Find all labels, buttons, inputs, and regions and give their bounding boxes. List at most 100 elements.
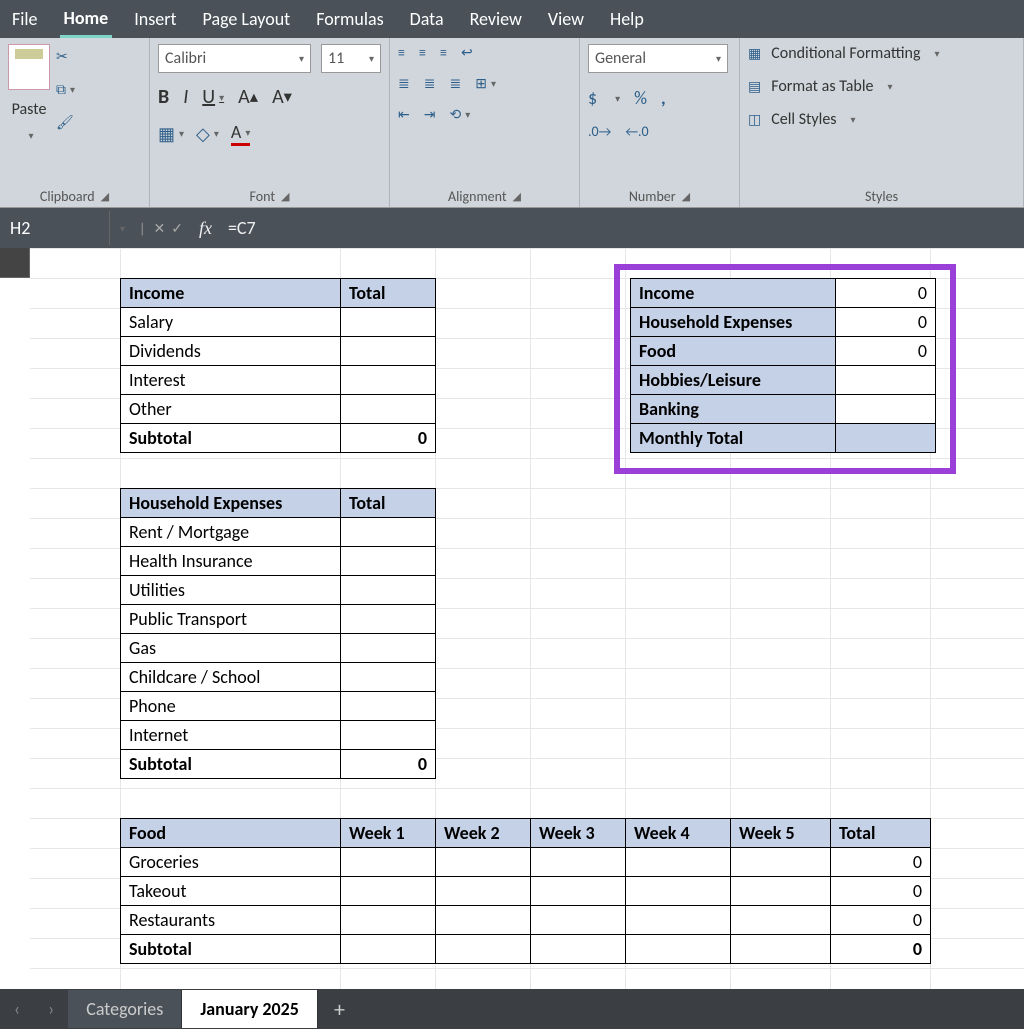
align-middle-icon[interactable]: ≡: [419, 44, 426, 61]
menu-insert[interactable]: Insert: [130, 2, 180, 36]
cell[interactable]: [531, 848, 626, 877]
cell[interactable]: [341, 337, 436, 366]
cell[interactable]: [531, 906, 626, 935]
summary-value[interactable]: 0: [836, 337, 936, 366]
cell[interactable]: Internet: [121, 721, 341, 750]
cell[interactable]: [626, 935, 731, 964]
cell[interactable]: [531, 935, 626, 964]
number-format-combo[interactable]: General▾: [588, 44, 728, 73]
orientation-icon[interactable]: ⟲▾: [449, 106, 470, 123]
cell[interactable]: [531, 877, 626, 906]
summary-value[interactable]: [836, 395, 936, 424]
summary-label[interactable]: Monthly Total: [631, 424, 836, 453]
format-table-icon[interactable]: ▤: [748, 78, 761, 95]
menu-bar[interactable]: File Home Insert Page Layout Formulas Da…: [0, 0, 1024, 38]
dialog-launcher-icon[interactable]: ◢: [682, 190, 690, 203]
cell[interactable]: Interest: [121, 366, 341, 395]
cell[interactable]: Childcare / School: [121, 663, 341, 692]
cell-styles-icon[interactable]: ◫: [748, 111, 761, 128]
percent-icon[interactable]: %: [634, 87, 647, 109]
bold-button[interactable]: B: [158, 85, 169, 109]
cell[interactable]: Takeout: [121, 877, 341, 906]
increase-indent-icon[interactable]: ⇥: [424, 106, 436, 123]
dialog-launcher-icon[interactable]: ◢: [101, 190, 109, 203]
menu-home[interactable]: Home: [60, 1, 113, 38]
font-color-icon[interactable]: A▾: [231, 121, 250, 146]
comma-icon[interactable]: ,: [661, 87, 666, 109]
menu-file[interactable]: File: [8, 2, 42, 36]
cancel-formula-icon[interactable]: ✕: [153, 220, 165, 237]
summary-label[interactable]: Income: [631, 279, 836, 308]
cell[interactable]: [341, 663, 436, 692]
cell[interactable]: [341, 634, 436, 663]
cut-icon[interactable]: ✂: [56, 48, 68, 65]
align-top-icon[interactable]: ≡: [398, 44, 405, 61]
menu-data[interactable]: Data: [406, 2, 448, 36]
cell[interactable]: [341, 518, 436, 547]
cell[interactable]: [341, 906, 436, 935]
cell[interactable]: 0: [831, 877, 931, 906]
menu-review[interactable]: Review: [466, 2, 526, 36]
currency-icon[interactable]: $: [588, 87, 597, 109]
subtotal-label[interactable]: Subtotal: [121, 935, 341, 964]
cell[interactable]: [731, 848, 831, 877]
summary-value[interactable]: [836, 424, 936, 453]
cell[interactable]: [341, 308, 436, 337]
formula-input[interactable]: =C7: [222, 211, 1024, 245]
align-center-icon[interactable]: ≣: [424, 75, 436, 92]
summary-label[interactable]: Banking: [631, 395, 836, 424]
cell[interactable]: [341, 721, 436, 750]
format-table-button[interactable]: Format as Table: [771, 77, 873, 96]
tab-january-2025[interactable]: January 2025: [182, 990, 318, 1028]
cell[interactable]: [436, 906, 531, 935]
underline-button[interactable]: U▾: [202, 85, 224, 109]
household-table[interactable]: Household ExpensesTotal Rent / Mortgage …: [120, 488, 436, 779]
cell[interactable]: [436, 877, 531, 906]
decrease-decimal-icon[interactable]: ←.0: [625, 123, 648, 140]
cell[interactable]: Other: [121, 395, 341, 424]
cell[interactable]: [436, 935, 531, 964]
name-box[interactable]: H2: [0, 211, 110, 245]
cell[interactable]: [626, 906, 731, 935]
borders-icon[interactable]: ▦▾: [158, 123, 184, 145]
select-all-corner[interactable]: [0, 248, 30, 278]
food-table[interactable]: Food Week 1 Week 2 Week 3 Week 4 Week 5 …: [120, 818, 931, 964]
format-painter-icon[interactable]: 🖌: [56, 114, 74, 131]
tab-categories[interactable]: Categories: [68, 990, 182, 1028]
subtotal-label[interactable]: Subtotal: [121, 750, 341, 779]
cell[interactable]: [626, 848, 731, 877]
cell[interactable]: [731, 877, 831, 906]
merge-icon[interactable]: ⊞▾: [475, 75, 496, 92]
align-right-icon[interactable]: ≣: [449, 75, 461, 92]
cell[interactable]: Groceries: [121, 848, 341, 877]
cell[interactable]: [341, 366, 436, 395]
summary-table[interactable]: Income0 Household Expenses0 Food0 Hobbie…: [630, 278, 936, 453]
summary-label[interactable]: Food: [631, 337, 836, 366]
paste-icon[interactable]: [8, 44, 50, 90]
dialog-launcher-icon[interactable]: ◢: [281, 190, 289, 203]
italic-button[interactable]: I: [183, 85, 188, 109]
cell[interactable]: [436, 848, 531, 877]
increase-font-icon[interactable]: A▴: [238, 85, 258, 109]
cell[interactable]: [341, 605, 436, 634]
subtotal-label[interactable]: Subtotal: [121, 424, 341, 453]
cell[interactable]: [341, 877, 436, 906]
font-size-combo[interactable]: 11▾: [321, 44, 381, 73]
cell[interactable]: Gas: [121, 634, 341, 663]
cell[interactable]: [341, 395, 436, 424]
fill-color-icon[interactable]: ◇▾: [196, 123, 219, 145]
copy-icon[interactable]: ⧉▾: [56, 81, 75, 98]
cell[interactable]: Rent / Mortgage: [121, 518, 341, 547]
decrease-indent-icon[interactable]: ⇤: [398, 106, 410, 123]
tab-prev-icon[interactable]: ‹: [0, 998, 34, 1020]
summary-label[interactable]: Hobbies/Leisure: [631, 366, 836, 395]
summary-value[interactable]: 0: [836, 279, 936, 308]
add-sheet-icon[interactable]: +: [318, 996, 361, 1023]
cell[interactable]: [341, 576, 436, 605]
cell[interactable]: Phone: [121, 692, 341, 721]
font-family-combo[interactable]: Calibri▾: [158, 44, 311, 73]
cell[interactable]: Public Transport: [121, 605, 341, 634]
menu-formulas[interactable]: Formulas: [312, 2, 387, 36]
cell[interactable]: Health Insurance: [121, 547, 341, 576]
cell[interactable]: [341, 935, 436, 964]
